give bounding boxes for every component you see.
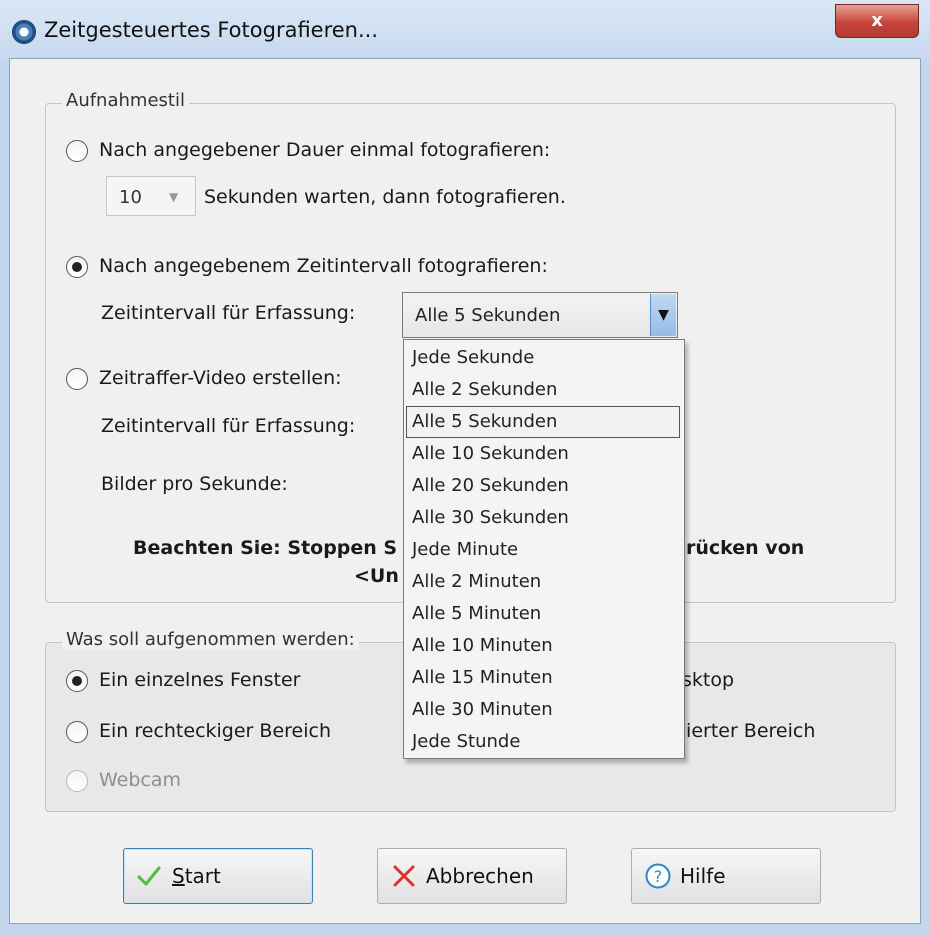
dropdown-option[interactable]: Alle 20 Sekunden: [406, 470, 680, 502]
dropdown-option[interactable]: Alle 10 Minuten: [406, 630, 680, 662]
chevron-down-icon[interactable]: ▼: [650, 294, 676, 336]
note-text-line2: <Un: [354, 565, 399, 587]
interval-label: Zeitintervall für Erfassung:: [101, 302, 356, 324]
radio-single-window-label[interactable]: Ein einzelnes Fenster: [99, 669, 300, 691]
dialog-window: Zeitgesteuertes Fotografieren... x Aufna…: [0, 0, 930, 936]
fps-label: Bilder pro Sekunde:: [101, 473, 288, 495]
checkmark-icon: [137, 866, 161, 886]
radio-once[interactable]: [66, 140, 88, 162]
dropdown-option[interactable]: Alle 5 Minuten: [406, 598, 680, 630]
radio-rect-area[interactable]: [66, 721, 88, 743]
dropdown-option[interactable]: Alle 2 Sekunden: [406, 374, 680, 406]
radio-single-window[interactable]: [66, 670, 88, 692]
radio-desktop-label[interactable]: sktop: [682, 669, 734, 691]
dropdown-option[interactable]: Jede Stunde: [406, 726, 680, 758]
dropdown-option[interactable]: Alle 10 Sekunden: [406, 438, 680, 470]
radio-webcam: [66, 770, 88, 792]
cancel-button-label: Abbrechen: [426, 864, 534, 888]
help-button-label: Hilfe: [680, 864, 726, 888]
radio-once-label[interactable]: Nach angegebener Dauer einmal fotografie…: [99, 139, 550, 161]
question-icon: ?: [645, 863, 671, 889]
note-text-left: Beachten Sie: Stoppen S: [133, 537, 398, 559]
x-icon: [393, 865, 415, 887]
radio-interval-label[interactable]: Nach angegebenem Zeitintervall fotografi…: [99, 255, 548, 277]
dropdown-option[interactable]: Alle 30 Minuten: [406, 694, 680, 726]
app-icon: [12, 20, 36, 44]
interval-select[interactable]: Alle 5 Sekunden ▼: [402, 292, 678, 338]
radio-rect-area-label[interactable]: Ein rechteckiger Bereich: [99, 720, 331, 742]
radio-defined-area-label[interactable]: nierter Bereich: [674, 720, 815, 742]
dropdown-option[interactable]: Jede Minute: [406, 534, 680, 566]
timelapse-interval-label: Zeitintervall für Erfassung:: [101, 415, 356, 437]
dropdown-option[interactable]: Alle 15 Minuten: [406, 662, 680, 694]
interval-dropdown-list[interactable]: Jede Sekunde Alle 2 Sekunden Alle 5 Sekund…: [403, 339, 685, 759]
group-legend-capture-target: Was soll aufgenommen werden:: [62, 629, 359, 650]
radio-webcam-label: Webcam: [99, 769, 182, 791]
delay-seconds-value: 10: [119, 187, 142, 208]
radio-interval[interactable]: [66, 256, 88, 278]
group-legend-capture-style: Aufnahmestil: [62, 90, 189, 111]
dropdown-option[interactable]: Alle 5 Sekunden: [406, 406, 680, 438]
start-button[interactable]: Start: [123, 848, 313, 904]
note-text-right: rücken von: [686, 537, 805, 559]
dropdown-option[interactable]: Jede Sekunde: [406, 342, 680, 374]
window-title: Zeitgesteuertes Fotografieren...: [44, 18, 379, 42]
dropdown-option[interactable]: Alle 30 Sekunden: [406, 502, 680, 534]
close-button[interactable]: x: [835, 4, 919, 38]
radio-timelapse-label[interactable]: Zeitraffer-Video erstellen:: [99, 367, 342, 389]
start-button-label: Start: [172, 864, 221, 888]
help-button[interactable]: ? Hilfe: [631, 848, 821, 904]
title-bar[interactable]: Zeitgesteuertes Fotografieren... x: [0, 0, 930, 62]
dropdown-option[interactable]: Alle 2 Minuten: [406, 566, 680, 598]
delay-seconds-combo[interactable]: 10 ▼: [106, 176, 196, 216]
svg-text:?: ?: [654, 867, 663, 886]
delay-suffix-label: Sekunden warten, dann fotografieren.: [204, 186, 566, 208]
dialog-body: Aufnahmestil Nach angegebener Dauer einm…: [9, 58, 921, 924]
cancel-button[interactable]: Abbrechen: [377, 848, 567, 904]
interval-select-value: Alle 5 Sekunden: [415, 305, 561, 326]
radio-timelapse[interactable]: [66, 368, 88, 390]
chevron-down-icon: ▼: [169, 190, 179, 204]
